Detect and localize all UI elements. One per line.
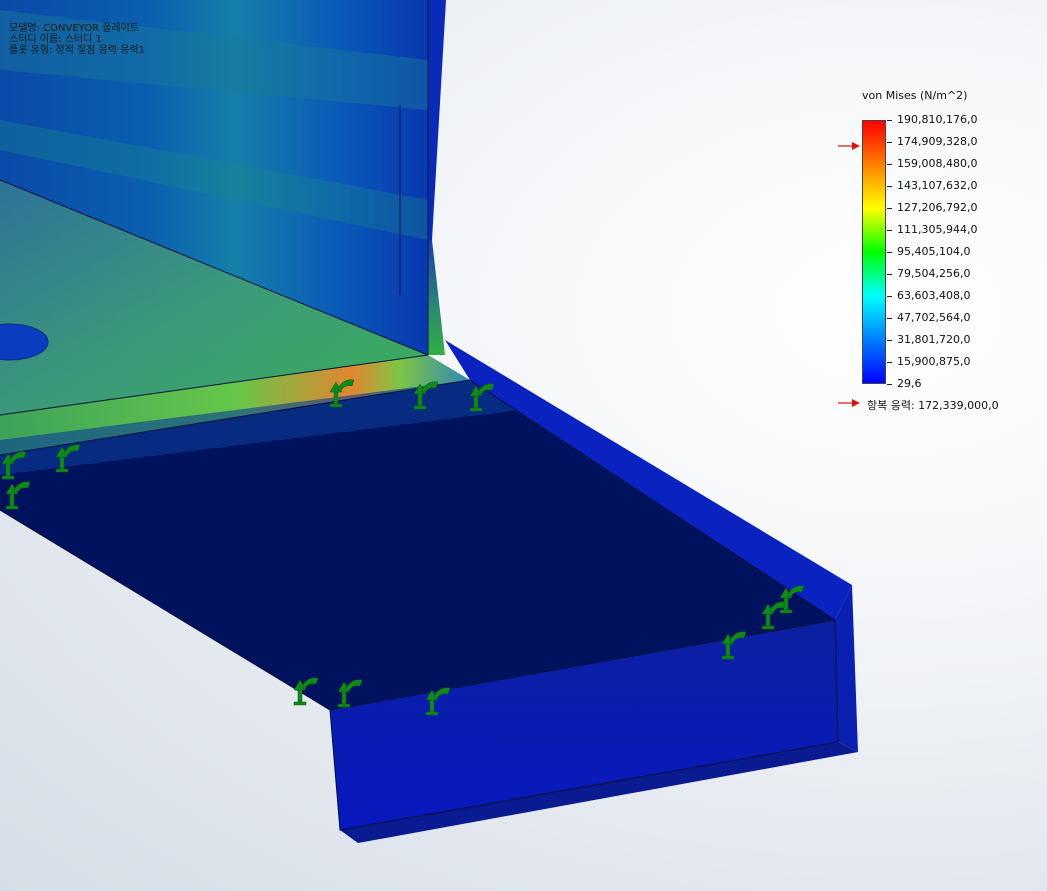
legend-tick-label: 15,900,875,0 xyxy=(897,355,971,368)
legend-tick-label: 111,305,944,0 xyxy=(897,223,978,236)
legend-tick-mark xyxy=(887,384,892,385)
legend-tick-mark xyxy=(887,296,892,297)
plot-type-line: 플롯 유형: 정적 절점 응력 응력1 xyxy=(9,45,146,56)
legend-tick-label: 143,107,632,0 xyxy=(897,179,978,192)
yield-label-arrow-icon xyxy=(838,399,860,407)
legend-tick-mark xyxy=(887,186,892,187)
legend-tick-label: 174,909,328,0 xyxy=(897,135,978,148)
model-viewport[interactable] xyxy=(0,0,1047,891)
legend-tick-mark xyxy=(887,252,892,253)
legend-tick-mark xyxy=(887,142,892,143)
legend-tick-label: 190,810,176,0 xyxy=(897,113,978,126)
legend-tick-mark xyxy=(887,362,892,363)
legend-tick-mark xyxy=(887,120,892,121)
legend-title: von Mises (N/m^2) xyxy=(862,89,968,102)
yield-stress-label: 항복 응력: 172,339,000,0 xyxy=(867,399,999,412)
model-name-line: 모델명: CONVEYOR 플레이트 xyxy=(9,23,140,34)
legend-tick-label: 31,801,720,0 xyxy=(897,333,971,346)
legend-tick-mark xyxy=(887,230,892,231)
yield-marker-arrow-icon xyxy=(838,141,860,150)
legend-tick-mark xyxy=(887,274,892,275)
legend-tick-mark xyxy=(887,164,892,165)
legend-tick-label: 159,008,480,0 xyxy=(897,157,978,170)
legend-tick-mark xyxy=(887,318,892,319)
wall-edge-stress xyxy=(428,240,445,355)
legend-tick-label: 95,405,104,0 xyxy=(897,245,971,258)
legend-tick-mark xyxy=(887,208,892,209)
legend-tick-label: 127,206,792,0 xyxy=(897,201,978,214)
legend-tick-label: 79,504,256,0 xyxy=(897,267,971,280)
legend-tick-label: 63,603,408,0 xyxy=(897,289,971,302)
study-name-line: 스터디 이름: 스터디 1 xyxy=(9,34,102,45)
legend-tick-label: 29,6 xyxy=(897,377,922,390)
legend-tick-label: 47,702,564,0 xyxy=(897,311,971,324)
study-info: 모델명: CONVEYOR 플레이트 스터디 이름: 스터디 1 플롯 유형: … xyxy=(9,23,145,56)
legend-colorbar xyxy=(862,120,886,384)
legend-tick-mark xyxy=(887,340,892,341)
